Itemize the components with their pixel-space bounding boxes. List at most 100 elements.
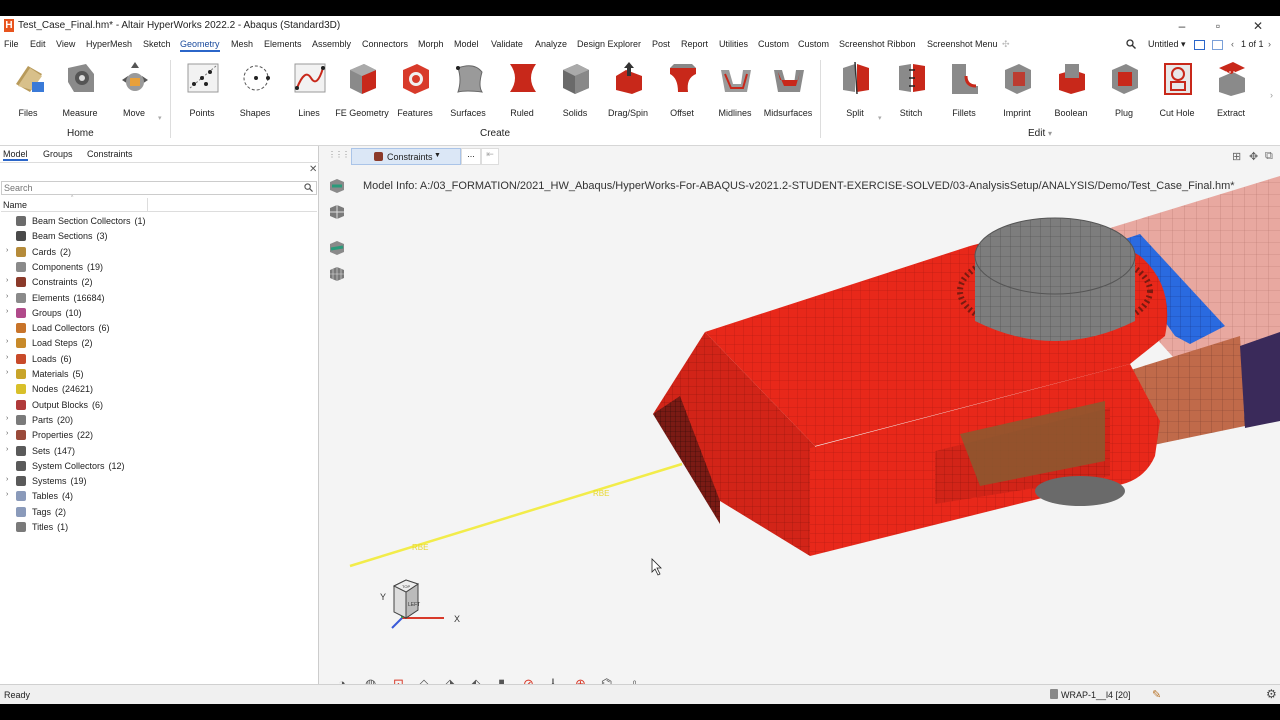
measure-view-icon[interactable]: ⌬ [601, 676, 612, 684]
tree-item[interactable]: › Sets (147) [1, 444, 317, 459]
menu-view[interactable]: View [56, 39, 75, 49]
midsurfaces-tool-button[interactable]: Midsurfaces [760, 58, 816, 122]
menu-model[interactable]: Model [454, 39, 479, 49]
close-icon[interactable]: ✕ [1248, 18, 1268, 34]
tree-item[interactable]: › Properties (22) [1, 428, 317, 443]
plate-end-face[interactable] [1240, 332, 1280, 428]
tree-item[interactable]: Titles (1) [1, 520, 317, 535]
menu-sketch[interactable]: Sketch [143, 39, 171, 49]
search-input[interactable] [2, 182, 292, 194]
tree-item[interactable]: Beam Section Collectors (1) [1, 214, 317, 229]
search-icon[interactable] [1126, 39, 1136, 51]
minimize-icon[interactable]: – [1172, 18, 1192, 34]
menu-validate[interactable]: Validate [491, 39, 523, 49]
current-component[interactable]: WRAP-1__l4 [20] [1061, 690, 1131, 700]
iso-view-icon[interactable]: ⬙ [419, 676, 429, 684]
move-dropdown-icon[interactable]: ▾ [158, 114, 162, 122]
no-display-icon[interactable]: ⊘ [523, 676, 534, 684]
add-tab-icon[interactable]: ✣ [1002, 39, 1010, 50]
page-layout-icon[interactable] [1212, 40, 1223, 50]
menu-design-explorer[interactable]: Design Explorer [577, 39, 641, 49]
tree-item[interactable]: › Constraints (2) [1, 275, 317, 290]
maximize-icon[interactable]: ▫ [1208, 18, 1228, 34]
tree-item[interactable]: Load Collectors (6) [1, 321, 317, 336]
extract-tool-button[interactable]: Extract [1203, 58, 1259, 122]
tree-item[interactable]: › Load Steps (2) [1, 336, 317, 351]
tree-item[interactable]: › Systems (19) [1, 474, 317, 489]
menu-post[interactable]: Post [652, 39, 670, 49]
load-vector-line[interactable] [349, 462, 683, 568]
sort-ascending-icon[interactable]: ˆ [71, 196, 73, 203]
tab-model[interactable]: Model [3, 149, 28, 161]
group-edit-label[interactable]: Edit ▾ [1028, 128, 1052, 139]
tree-item[interactable]: Nodes (24621) [1, 382, 317, 397]
expand-arrow-icon[interactable]: › [6, 415, 8, 422]
column-divider[interactable] [147, 198, 148, 212]
expand-arrow-icon[interactable]: › [6, 369, 8, 376]
menu-analyze[interactable]: Analyze [535, 39, 567, 49]
tree-item[interactable]: › Loads (6) [1, 352, 317, 367]
tree-item[interactable]: › Cards (2) [1, 245, 317, 260]
menu-report[interactable]: Report [681, 39, 708, 49]
rotate-view-icon[interactable]: ◔ [338, 676, 346, 684]
section-view-icon[interactable]: ⬖ [471, 676, 481, 684]
graphics-viewport[interactable]: ⋮⋮⋮ Constraints ▼ ... ⇤ ⊞ ✥ ⧉ Model Info… [320, 146, 1280, 684]
window-layout-icon[interactable] [1194, 40, 1205, 50]
menu-connectors[interactable]: Connectors [362, 39, 408, 49]
menu-hypermesh[interactable]: HyperMesh [86, 39, 132, 49]
expand-arrow-icon[interactable]: › [6, 354, 8, 361]
clip-view-icon[interactable]: ▮ [498, 676, 505, 684]
menu-utilities[interactable]: Utilities [719, 39, 748, 49]
tree-item[interactable]: › Groups (10) [1, 306, 317, 321]
pan-view-icon[interactable]: ⬗ [445, 676, 455, 684]
sphere-view-icon[interactable]: ◍ [365, 676, 376, 684]
expand-arrow-icon[interactable]: › [6, 277, 8, 284]
expand-arrow-icon[interactable]: › [6, 293, 8, 300]
search-icon[interactable] [304, 183, 313, 194]
expand-arrow-icon[interactable]: › [6, 446, 8, 453]
panel-close-icon[interactable]: ✕ [309, 164, 317, 175]
lock-view-icon[interactable]: 🔓︎ [628, 676, 636, 684]
page-prev-icon[interactable]: ‹ [1231, 39, 1234, 49]
settings-gear-icon[interactable]: ⚙ [1266, 687, 1277, 701]
tree-item[interactable]: Output Blocks (6) [1, 398, 317, 413]
tree-item[interactable]: › Elements (16684) [1, 291, 317, 306]
tree-item[interactable]: System Collectors (12) [1, 459, 317, 474]
menu-file[interactable]: File [4, 39, 19, 49]
menu-assembly[interactable]: Assembly [312, 39, 351, 49]
view-cube[interactable]: LEFT TOP Y X [376, 578, 466, 638]
expand-arrow-icon[interactable]: › [6, 491, 8, 498]
expand-arrow-icon[interactable]: › [6, 338, 8, 345]
menu-screenshot-ribbon[interactable]: Screenshot Ribbon [839, 39, 916, 49]
tree-item[interactable]: › Parts (20) [1, 413, 317, 428]
axes-icon[interactable]: ⅄ [549, 676, 557, 684]
expand-arrow-icon[interactable]: › [6, 476, 8, 483]
move-tool-button[interactable]: Move [106, 58, 162, 122]
expand-arrow-icon[interactable]: › [6, 308, 8, 315]
load-collector-icon[interactable]: ✎ [1152, 688, 1161, 701]
menu-geometry[interactable]: Geometry [180, 39, 220, 52]
menu-edit[interactable]: Edit [30, 39, 46, 49]
page-next-icon[interactable]: › [1268, 39, 1271, 49]
menu-mesh[interactable]: Mesh [231, 39, 253, 49]
zoom-icon[interactable]: ⊕ [575, 676, 586, 684]
ribbon-scroll-icon[interactable]: › [1270, 90, 1273, 100]
tree-item[interactable]: Tags (2) [1, 505, 317, 520]
split-tool-button[interactable]: Split [827, 58, 883, 122]
fit-view-icon[interactable]: ⊡ [393, 676, 404, 684]
pin-top-mesh[interactable] [974, 217, 1136, 295]
column-name-header[interactable]: Name [3, 200, 27, 210]
tree-item[interactable]: › Tables (4) [1, 489, 317, 504]
expand-arrow-icon[interactable]: › [6, 430, 8, 437]
menu-elements[interactable]: Elements [264, 39, 302, 49]
tab-groups[interactable]: Groups [43, 149, 73, 159]
tab-constraints[interactable]: Constraints [87, 149, 133, 159]
menu-morph[interactable]: Morph [418, 39, 444, 49]
menu-custom-2[interactable]: Custom [798, 39, 829, 49]
tree-item[interactable]: › Materials (5) [1, 367, 317, 382]
menu-screenshot-menu[interactable]: Screenshot Menu [927, 39, 998, 49]
tree-item[interactable]: Beam Sections (3) [1, 229, 317, 244]
session-dropdown[interactable]: Untitled ▾ [1148, 39, 1186, 50]
menu-custom[interactable]: Custom [758, 39, 789, 49]
expand-arrow-icon[interactable]: › [6, 247, 8, 254]
